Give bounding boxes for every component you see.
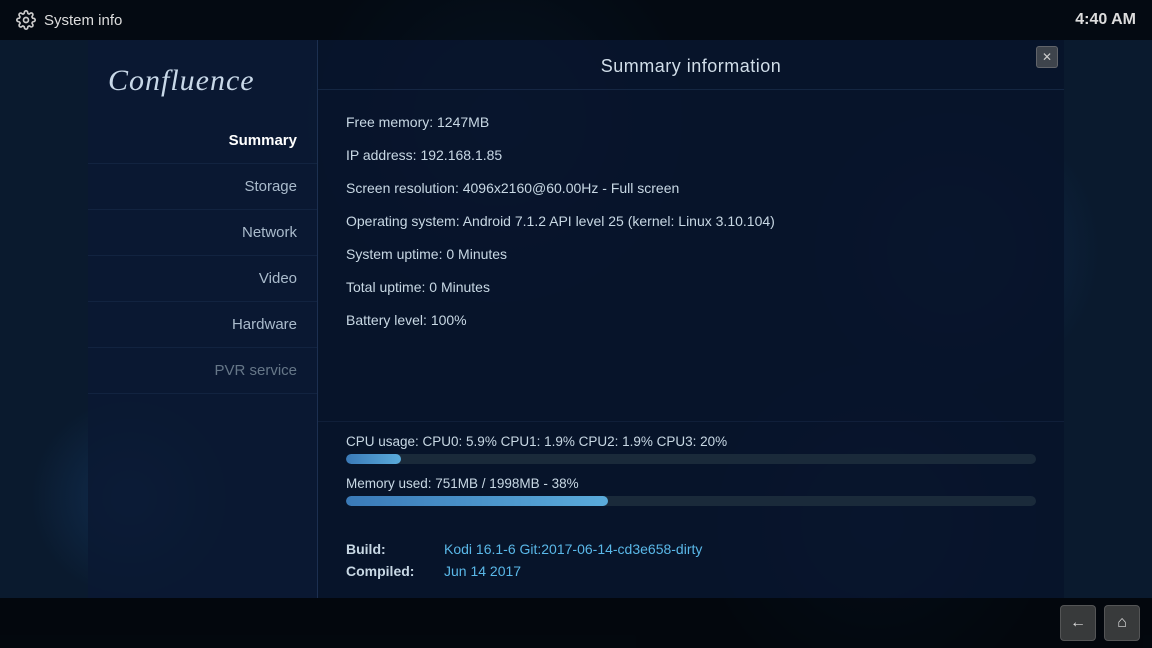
sidebar-item-storage[interactable]: Storage [88,164,317,210]
sidebar-item-video[interactable]: Video [88,256,317,302]
cpu-progress-fill [346,454,401,464]
back-button[interactable]: ← [1060,605,1096,641]
back-icon: ← [1070,614,1086,632]
info-row-os: Operating system: Android 7.1.2 API leve… [346,205,1036,238]
memory-progress-fill [346,496,608,506]
close-button[interactable]: ✕ [1036,46,1058,68]
logo-text: Confluence [108,64,255,98]
home-button[interactable]: ⌂ [1104,605,1140,641]
main-panel: ✕ Summary information Free memory: 1247M… [318,40,1064,598]
topbar: System info 4:40 AM [0,0,1152,40]
build-value: Kodi 16.1-6 Git:2017-06-14-cd3e658-dirty [444,541,702,557]
home-icon: ⌂ [1117,614,1127,632]
build-row: Build: Kodi 16.1-6 Git:2017-06-14-cd3e65… [346,538,1036,560]
sidebar-item-network[interactable]: Network [88,210,317,256]
info-row-free-memory: Free memory: 1247MB [346,106,1036,139]
sidebar-item-pvr-service[interactable]: PVR service [88,348,317,394]
info-content: Free memory: 1247MB IP address: 192.168.… [318,90,1064,421]
build-section: Build: Kodi 16.1-6 Git:2017-06-14-cd3e65… [318,534,1064,598]
compiled-row: Compiled: Jun 14 2017 [346,560,1036,582]
memory-progress-bg [346,496,1036,506]
compiled-label: Compiled: [346,563,436,579]
compiled-value: Jun 14 2017 [444,563,521,579]
sidebar-item-summary[interactable]: Summary [88,118,317,164]
info-row-battery: Battery level: 100% [346,304,1036,337]
memory-label-text: Memory used: 751MB / 1998MB - 38% [346,476,579,491]
gear-icon [16,10,36,30]
info-row-system-uptime: System uptime: 0 Minutes [346,238,1036,271]
build-label: Build: [346,541,436,557]
topbar-left: System info [16,10,122,30]
memory-label: Memory used: 751MB / 1998MB - 38% [346,476,1036,491]
logo-area: Confluence [88,50,317,118]
cpu-label: CPU usage: CPU0: 5.9% CPU1: 1.9% CPU2: 1… [346,434,1036,449]
main-container: Confluence Summary Storage Network Video… [88,40,1064,598]
topbar-title: System info [44,12,122,29]
bottombar: ← ⌂ [0,598,1152,648]
panel-title: Summary information [318,40,1064,90]
sidebar-item-hardware[interactable]: Hardware [88,302,317,348]
metrics-section: CPU usage: CPU0: 5.9% CPU1: 1.9% CPU2: 1… [318,421,1064,534]
topbar-time: 4:40 AM [1075,11,1136,29]
close-icon: ✕ [1042,50,1052,64]
sidebar-nav: Summary Storage Network Video Hardware P… [88,118,317,394]
cpu-progress-bg [346,454,1036,464]
info-row-total-uptime: Total uptime: 0 Minutes [346,271,1036,304]
info-row-screen-resolution: Screen resolution: 4096x2160@60.00Hz - F… [346,172,1036,205]
sidebar: Confluence Summary Storage Network Video… [88,40,318,598]
info-row-ip-address: IP address: 192.168.1.85 [346,139,1036,172]
